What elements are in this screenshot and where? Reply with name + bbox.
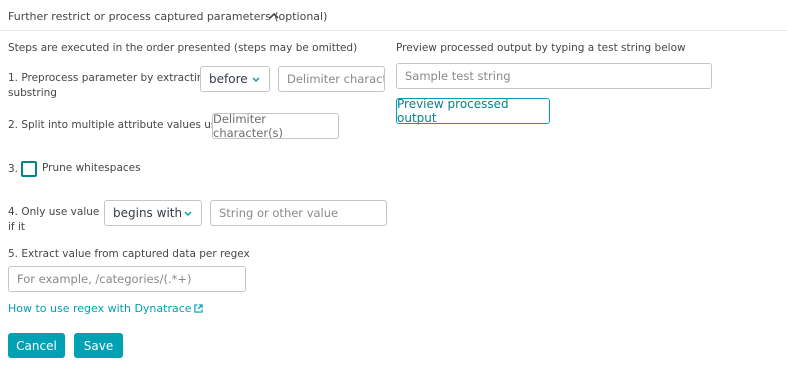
step4-label-line1: 4. Only use value [8,206,100,218]
step1-delimiter-input[interactable]: Delimiter characte [278,66,385,92]
preview-intro: Preview processed output by typing a tes… [396,42,686,54]
step2-label: 2. Split into multiple attribute values … [8,119,233,131]
chevron-up-icon[interactable] [268,10,280,22]
external-link-icon [193,304,203,313]
step4-value-input[interactable]: String or other value [210,200,387,226]
test-string-input[interactable]: Sample test string [396,63,712,89]
step1-label-line2: substring [8,87,57,99]
step1-position-dropdown[interactable]: before [200,66,270,92]
regex-input[interactable]: For example, /categories/(.*+) [8,266,246,292]
regex-help-link[interactable]: How to use regex with Dynatrace [8,302,203,315]
chevron-down-icon [252,77,260,83]
header-divider [0,30,787,31]
steps-intro: Steps are executed in the order presente… [8,42,358,54]
step4-dropdown-value: begins with [113,206,183,220]
step3-number: 3. [8,163,19,175]
step1-dropdown-value: before [209,72,248,86]
step2-delimiter-button[interactable]: Delimiter character(s) [212,112,339,140]
save-button[interactable]: Save [74,333,123,358]
chevron-down-icon [184,211,192,217]
preview-output-button[interactable]: Preview processed output [396,97,550,125]
step4-condition-dropdown[interactable]: begins with [104,200,202,226]
regex-help-link-text: How to use regex with Dynatrace [8,302,192,315]
step5-label: 5. Extract value from captured data per … [8,248,250,260]
step1-label-line1: 1. Preprocess parameter by extracting [8,72,211,84]
prune-whitespaces-checkbox[interactable] [21,161,37,177]
prune-whitespaces-label: Prune whitespaces [42,162,141,174]
cancel-button[interactable]: Cancel [8,333,65,358]
step4-label-line2: if it [8,221,25,233]
